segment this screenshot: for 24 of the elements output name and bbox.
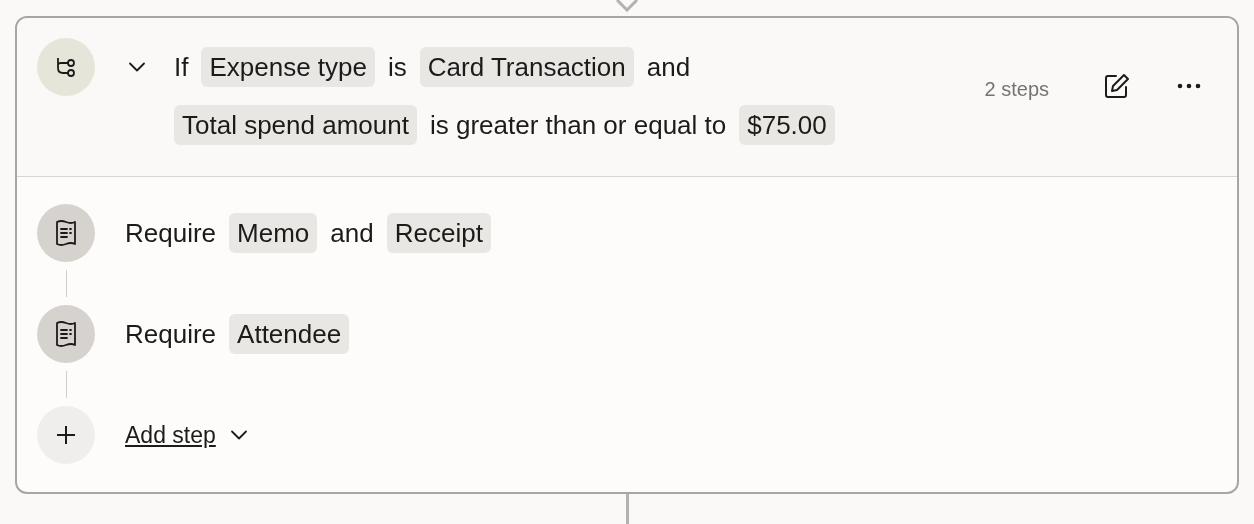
condition-text: is xyxy=(388,50,407,84)
condition-text: is greater than or equal to xyxy=(429,108,727,142)
field-token: Card Transaction xyxy=(419,47,634,87)
condition-text: If xyxy=(174,50,189,84)
chevron-down-icon xyxy=(229,430,248,440)
field-token: $75.00 xyxy=(739,105,835,145)
more-icon xyxy=(1177,83,1201,89)
branch-icon xyxy=(55,56,77,78)
add-step-link[interactable]: Add step xyxy=(125,417,216,453)
condition-text: and xyxy=(646,50,691,84)
condition-text: and xyxy=(330,216,374,250)
receipt-icon xyxy=(55,220,77,246)
step-count: 2 steps xyxy=(984,77,1049,102)
edit-icon xyxy=(1104,73,1130,99)
field-token: Receipt xyxy=(386,213,491,253)
plus-icon xyxy=(56,425,76,445)
field-token: Total spend amount xyxy=(174,105,417,145)
receipt-icon xyxy=(55,321,77,347)
chevron-down-icon xyxy=(128,62,146,72)
field-token: Attendee xyxy=(229,314,350,354)
condition-text: Require xyxy=(125,317,217,351)
field-token: Expense type xyxy=(201,47,375,87)
condition-text: Require xyxy=(125,216,217,250)
field-token: Memo xyxy=(229,213,318,253)
